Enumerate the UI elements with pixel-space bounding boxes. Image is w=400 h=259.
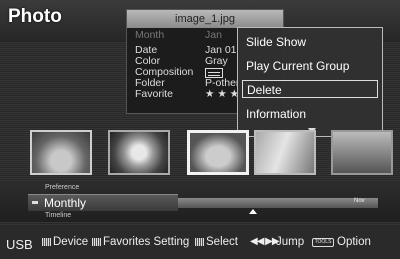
info-label-favorite: Favorite — [135, 88, 173, 100]
app-title: Photo — [8, 6, 62, 27]
photo-thumbnail[interactable] — [30, 130, 92, 175]
menu-item-delete[interactable]: Delete — [242, 80, 378, 98]
preference-selector[interactable]: Monthly — [28, 194, 178, 211]
preference-value: Monthly — [44, 196, 87, 210]
device-button[interactable]: Device — [53, 236, 88, 248]
source-label: USB — [6, 237, 33, 252]
option-button[interactable]: Option — [337, 236, 371, 248]
select-key-icon — [195, 238, 204, 246]
photo-thumbnail[interactable] — [254, 130, 316, 175]
info-value-favorite: ★ ★ ★ — [205, 88, 240, 100]
timeline-handle-icon[interactable] — [249, 209, 257, 214]
timeline-label: Timeline — [45, 212, 72, 219]
photo-browser-screen: Photo image_1.jpg Month Jan Date Jan 01 … — [0, 0, 400, 259]
jump-button[interactable]: Jump — [276, 236, 304, 248]
jump-arrows-icon: ◀◀ ▶▶ — [250, 236, 280, 247]
photo-thumbnail[interactable] — [108, 130, 170, 175]
menu-item-information[interactable]: Information — [242, 105, 378, 123]
preference-label: Preference — [45, 184, 80, 191]
menu-item-slide-show[interactable]: Slide Show — [242, 33, 378, 51]
photo-thumbnail[interactable] — [331, 130, 393, 175]
bottom-nav-bar: USB Device Favorites Setting Select ◀◀ ▶… — [0, 226, 400, 259]
favorites-key-icon — [92, 238, 101, 246]
preference-marker — [32, 201, 38, 204]
timeline-track[interactable]: Nov — [178, 198, 378, 214]
select-button[interactable]: Select — [206, 236, 238, 248]
tools-menu: Slide Show Play Current Group Delete Inf… — [237, 27, 383, 137]
timeline-month-label: Nov — [354, 198, 365, 204]
favorites-setting-button[interactable]: Favorites Setting — [103, 236, 189, 248]
photo-thumbnail-selected[interactable] — [187, 130, 249, 175]
info-value-color: Gray — [205, 55, 228, 67]
device-key-icon — [42, 238, 51, 246]
file-name: image_1.jpg — [127, 10, 283, 28]
tools-key-icon: TOOLS — [312, 238, 334, 247]
menu-item-play-current-group[interactable]: Play Current Group — [242, 57, 378, 75]
info-label-month: Month — [135, 29, 165, 41]
info-value-month: Jan — [205, 29, 222, 41]
